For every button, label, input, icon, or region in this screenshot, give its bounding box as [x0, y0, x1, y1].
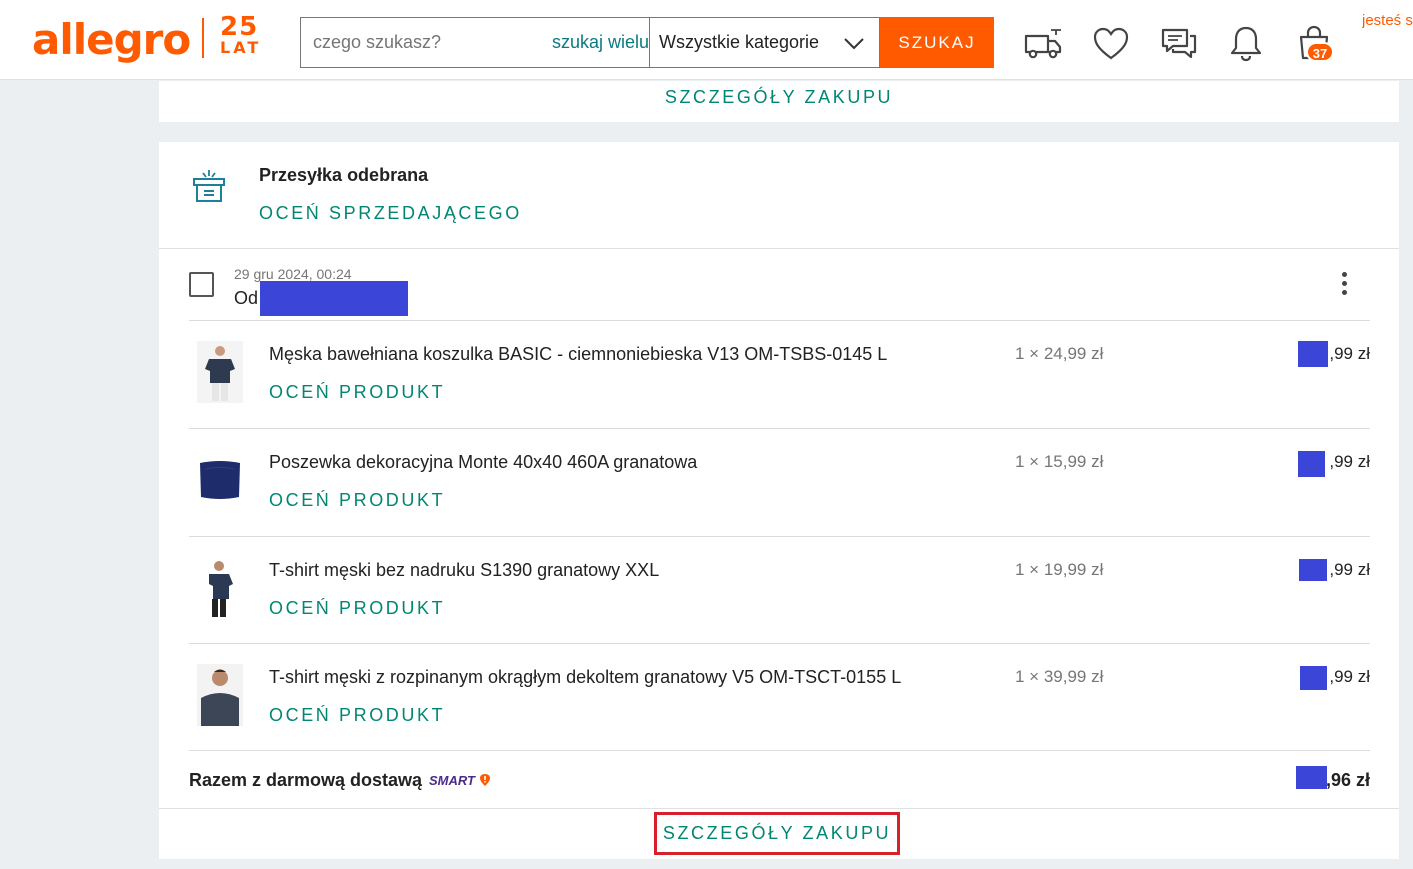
product-name[interactable]: T-shirt męski bez nadruku S1390 granatow… [269, 560, 659, 581]
heart-icon[interactable] [1089, 22, 1133, 66]
price-redacted [1298, 451, 1325, 477]
package-received-icon [193, 170, 225, 202]
anniversary-badge: 25 LAT [220, 14, 270, 56]
product-total-price: ,99 zł [1329, 560, 1370, 579]
top-header: allegro 25 LAT szukaj wielu Wszystkie ka… [0, 0, 1413, 80]
seller-name-redacted [260, 281, 408, 316]
search-bar: szukaj wielu Wszystkie kategorie [300, 17, 880, 68]
price-redacted [1300, 666, 1327, 690]
total-price: ,96 zł [1325, 770, 1370, 790]
product-quantity-price: 1 × 39,99 zł [1015, 667, 1104, 686]
order-item: T-shirt męski z rozpinanym okrągłym deko… [189, 644, 1370, 751]
seller-from-label: Od [234, 288, 259, 308]
price-redacted [1299, 559, 1327, 581]
order-date: 29 gru 2024, 00:24 [234, 266, 352, 282]
anniversary-text: LAT [220, 38, 262, 57]
more-options-icon[interactable] [1334, 268, 1354, 300]
product-image[interactable] [197, 557, 243, 619]
cart-count-badge: 37 [1306, 42, 1334, 62]
smart-pin-icon [479, 774, 490, 786]
rate-product-link[interactable]: OCEŃ PRODUKT [269, 490, 445, 511]
anniversary-number: 25 [220, 12, 259, 42]
order-item: T-shirt męski bez nadruku S1390 granatow… [189, 537, 1370, 644]
logo-separator [202, 18, 204, 58]
total-label: Razem z darmową dostawą [189, 770, 423, 790]
product-name[interactable]: Męska bawełniana koszulka BASIC - ciemno… [269, 344, 887, 365]
rate-seller-link[interactable]: OCEŃ SPRZEDAJĄCEGO [259, 203, 522, 224]
chevron-down-icon[interactable] [843, 32, 865, 54]
total-price-redacted [1296, 766, 1327, 789]
price-redacted [1298, 341, 1328, 367]
product-quantity-price: 1 × 24,99 zł [1015, 344, 1104, 363]
product-quantity-price: 1 × 15,99 zł [1015, 452, 1104, 471]
highlight-box: SZCZEGÓŁY ZAKUPU [654, 812, 900, 855]
rate-product-link[interactable]: OCEŃ PRODUKT [269, 705, 445, 726]
allegro-logo[interactable]: allegro [32, 14, 191, 66]
previous-order-panel: SZCZEGÓŁY ZAKUPU [159, 81, 1399, 122]
product-image[interactable] [197, 664, 243, 726]
smart-badge: SMART [429, 773, 491, 788]
user-prompt-link[interactable]: jesteś s [1362, 12, 1413, 29]
search-divider [649, 18, 650, 67]
divider [189, 750, 1370, 751]
product-name[interactable]: Poszewka dekoracyjna Monte 40x40 460A gr… [269, 452, 697, 473]
messages-icon[interactable] [1157, 22, 1201, 66]
shipment-status: Przesyłka odebrana [259, 165, 429, 185]
product-quantity-price: 1 × 19,99 zł [1015, 560, 1104, 579]
product-total-price: ,99 zł [1329, 667, 1370, 686]
product-image[interactable] [197, 449, 243, 511]
order-panel: Przesyłka odebrana OCEŃ SPRZEDAJĄCEGO 29… [159, 142, 1399, 859]
delivery-truck-icon[interactable] [1021, 22, 1065, 66]
purchase-details-link[interactable]: SZCZEGÓŁY ZAKUPU [657, 823, 897, 844]
product-image[interactable] [197, 341, 243, 403]
bell-icon[interactable] [1224, 22, 1268, 66]
product-total-price: ,99 zł [1329, 452, 1370, 471]
search-button[interactable]: SZUKAJ [880, 17, 994, 68]
product-total-price: ,99 zł [1329, 344, 1370, 363]
purchase-details-link-top[interactable]: SZCZEGÓŁY ZAKUPU [159, 87, 1399, 108]
rate-product-link[interactable]: OCEŃ PRODUKT [269, 382, 445, 403]
order-item: Męska bawełniana koszulka BASIC - ciemno… [189, 321, 1370, 428]
divider [159, 808, 1399, 809]
smart-label: SMART [429, 773, 475, 788]
search-many-link[interactable]: szukaj wielu [541, 18, 649, 67]
order-item: Poszewka dekoracyjna Monte 40x40 460A gr… [189, 429, 1370, 536]
product-name[interactable]: T-shirt męski z rozpinanym okrągłym deko… [269, 667, 901, 688]
order-select-checkbox[interactable] [189, 272, 214, 297]
rate-product-link[interactable]: OCEŃ PRODUKT [269, 598, 445, 619]
divider [159, 248, 1399, 249]
